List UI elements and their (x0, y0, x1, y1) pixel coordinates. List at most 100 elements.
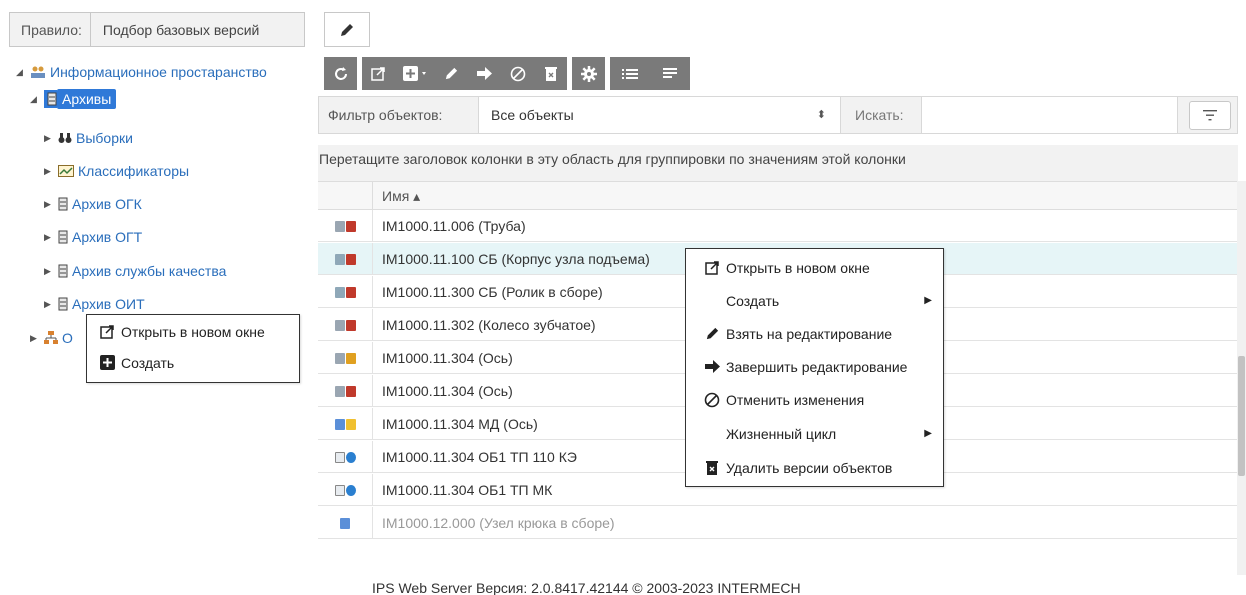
tree-node-label: Архив ОИТ (72, 296, 145, 312)
arrow-right-icon (477, 67, 492, 80)
rule-value[interactable]: Подбор базовых версий (91, 22, 259, 38)
menu-create[interactable]: Создать (87, 348, 174, 377)
part-icon (334, 319, 345, 331)
archive-icon (58, 297, 68, 311)
open-external-icon (97, 324, 117, 339)
menu-label: Создать (726, 292, 780, 309)
expand-icon[interactable]: ▶ (44, 199, 58, 210)
expand-icon[interactable]: ◢ (16, 67, 30, 78)
row-name: IM1000.12.000 (Узел крюка в сборе) (382, 515, 615, 531)
grid-scrollbar[interactable] (1237, 181, 1246, 575)
pencil-icon (341, 23, 353, 36)
select-caret-icon: ⬍ (816, 109, 826, 121)
cancel-changes-button[interactable] (501, 57, 534, 90)
expand-icon[interactable]: ▶ (44, 266, 58, 277)
menu-create[interactable]: Создать ▶ (726, 286, 944, 315)
list-view-button[interactable] (610, 57, 650, 90)
menu-open-new-window[interactable]: Открыть в новом окне (702, 253, 944, 282)
status-icon (345, 220, 356, 232)
column-header-name[interactable]: Имя ▴ (382, 182, 420, 210)
search-label: Искать: (849, 97, 922, 133)
table-row[interactable]: IM1000.11.006 (Труба) (318, 210, 1238, 242)
document-icon (334, 451, 345, 463)
archive-icon (58, 197, 68, 211)
pencil-icon (445, 67, 458, 80)
filter-options-button[interactable] (1189, 101, 1231, 130)
submenu-arrow-icon: ▶ (924, 295, 932, 306)
menu-open-new-window[interactable]: Открыть в новом окне (87, 317, 265, 346)
settings-button[interactable] (572, 57, 605, 90)
row-icons (318, 243, 373, 275)
rule-edit-button[interactable] (324, 12, 370, 47)
details-view-button[interactable] (650, 57, 690, 90)
menu-label: Взять на редактирование (726, 325, 893, 342)
tree-node-archive-quality[interactable]: ▶ Архив службы качества (44, 259, 226, 283)
row-icons (318, 474, 373, 506)
checkout-button[interactable] (435, 57, 468, 90)
refresh-button[interactable] (324, 57, 357, 90)
gear-icon (580, 65, 597, 82)
align-left-icon (663, 67, 677, 78)
tree-node-classifiers[interactable]: ▶ Классификаторы (44, 159, 189, 183)
status-icon (345, 286, 356, 298)
expand-icon[interactable]: ▶ (30, 333, 44, 344)
menu-label: Открыть в новом окне (726, 259, 870, 276)
menu-label: Завершить редактирование (726, 358, 908, 375)
row-name: IM1000.11.300 СБ (Ролик в сборе) (382, 284, 603, 300)
pencil-icon (702, 326, 722, 341)
tree-node-root[interactable]: ◢ Информационное простаранство (16, 60, 267, 84)
row-icons (318, 441, 373, 473)
search-input[interactable] (922, 97, 1178, 133)
menu-cancel-changes[interactable]: Отменить изменения (702, 385, 944, 414)
scrollbar-thumb[interactable] (1238, 356, 1245, 476)
row-name: IM1000.11.006 (Труба) (382, 218, 526, 234)
delete-versions-button[interactable] (534, 57, 567, 90)
filter-bar: Фильтр объектов: Все объекты ⬍ Искать: (318, 96, 1238, 134)
status-icon (345, 319, 356, 331)
checkin-button[interactable] (468, 57, 501, 90)
plus-square-icon (97, 355, 117, 370)
toolbar-group-settings (572, 57, 605, 90)
create-dropdown-button[interactable] (395, 57, 435, 90)
tree-node-org[interactable]: ▶ О (30, 326, 73, 350)
expand-icon[interactable]: ▶ (44, 133, 58, 144)
tree-node-archive-ogk[interactable]: ▶ Архив ОГК (44, 192, 142, 216)
tree-node-archive-ogt[interactable]: ▶ Архив ОГТ (44, 225, 142, 249)
tree-node-selections[interactable]: ▶ Выборки (44, 126, 133, 150)
process-icon (345, 484, 356, 496)
binoculars-icon (58, 132, 72, 144)
table-row[interactable]: IM1000.12.000 (Узел крюка в сборе) (318, 507, 1238, 539)
footer-version: IPS Web Server Версия: 2.0.8417.42144 © … (372, 580, 801, 595)
menu-lifecycle[interactable]: Жизненный цикл ▶ (726, 419, 944, 448)
menu-label: Создать (121, 354, 175, 371)
ban-icon (510, 66, 525, 81)
status-icon (345, 385, 356, 397)
assembly-icon (334, 253, 345, 265)
part-icon (334, 385, 345, 397)
trash-icon (702, 460, 722, 475)
menu-label: Открыть в новом окне (121, 323, 265, 340)
expand-icon[interactable]: ◢ (30, 94, 44, 105)
filter-lines-icon (1203, 110, 1217, 121)
menu-delete-versions[interactable]: Удалить версии объектов (702, 453, 944, 482)
expand-icon[interactable]: ▶ (44, 166, 58, 177)
filter-select[interactable]: Все объекты ⬍ (478, 97, 841, 133)
row-name: IM1000.11.304 (Ось) (382, 350, 513, 366)
assembly-icon (334, 286, 345, 298)
toolbar (324, 57, 695, 90)
tree-node-archives[interactable]: ◢ Архивы (30, 87, 117, 111)
menu-label: Жизненный цикл (726, 425, 837, 442)
menu-checkin[interactable]: Завершить редактирование (702, 352, 944, 381)
expand-icon[interactable]: ▶ (44, 232, 58, 243)
tree-node-archive-oit[interactable]: ▶ Архив ОИТ (44, 292, 145, 316)
rule-selector[interactable]: Правило: Подбор базовых версий (9, 12, 305, 47)
expand-icon[interactable]: ▶ (44, 299, 58, 310)
menu-checkout[interactable]: Взять на редактирование (702, 319, 944, 348)
row-icons (318, 375, 373, 407)
group-by-panel[interactable]: Перетащите заголовок колонки в эту облас… (318, 145, 1238, 181)
list-icon (622, 68, 638, 79)
open-external-icon (371, 67, 385, 81)
row-icons (318, 309, 373, 341)
open-new-window-button[interactable] (362, 57, 395, 90)
row-icons (318, 276, 373, 308)
